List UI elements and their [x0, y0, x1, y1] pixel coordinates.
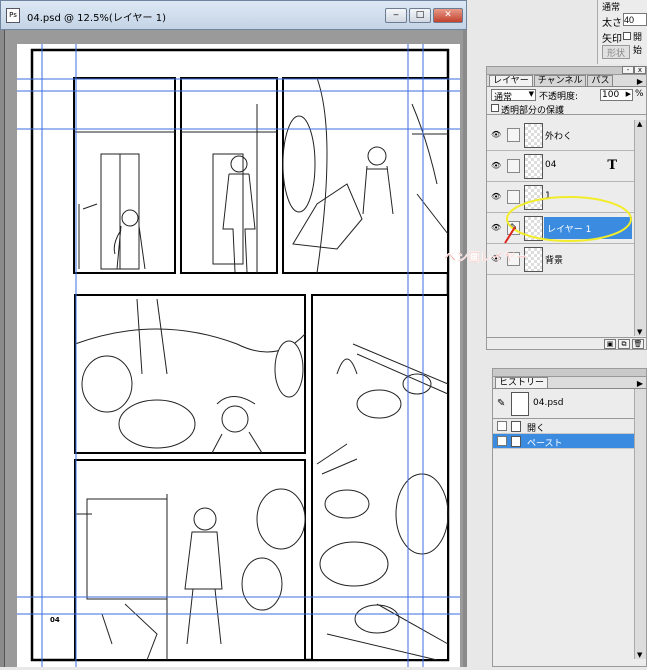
minimize-icon: ‒ — [393, 10, 399, 20]
annotation-arrow — [504, 226, 516, 244]
close-icon: ✕ — [444, 10, 452, 20]
protect-row: 透明部分の保護 — [487, 102, 646, 116]
history-snapshot[interactable]: ✎ 04.psd — [493, 389, 646, 419]
layer-link-box[interactable] — [507, 159, 520, 173]
eye-icon[interactable]: 👁 — [491, 161, 501, 170]
layer-thumbnail — [524, 123, 543, 148]
opacity-unit: % — [635, 89, 644, 99]
layers-panel-footer: ▣ ⧉ 🗑 — [487, 337, 646, 349]
panel-1 — [73, 77, 176, 274]
window-title: 04.psd @ 12.5%(レイヤー 1) — [27, 13, 166, 24]
snapshot-name: 04.psd — [533, 398, 564, 408]
tab-layers[interactable]: レイヤー — [489, 75, 533, 86]
layer-row-outer-frame[interactable]: 👁 外わく — [487, 120, 635, 151]
scroll-up-icon[interactable]: ▲ — [637, 120, 642, 128]
history-item-paste[interactable]: ペースト — [493, 434, 646, 449]
panel-menu-icon[interactable]: ▶ — [637, 77, 643, 86]
layer-row-04[interactable]: 👁 04 T — [487, 151, 635, 182]
blend-mode-select[interactable]: 通常 ▼ — [491, 89, 536, 103]
maximize-button[interactable]: □ — [409, 8, 431, 23]
history-item-open[interactable]: 開く — [493, 419, 646, 434]
opacity-input[interactable]: 100 ▶ — [600, 89, 633, 101]
history-panel-grip[interactable] — [493, 369, 646, 377]
document-title-bar[interactable]: Ps 04.psd @ 12.5%(レイヤー 1) ‒ □ ✕ — [0, 0, 467, 30]
paste-icon — [511, 436, 521, 447]
layer-thumbnail — [524, 154, 543, 179]
protect-transparency-label: 透明部分の保護 — [501, 106, 565, 116]
close-button[interactable]: ✕ — [433, 8, 463, 23]
maximize-icon: □ — [415, 10, 425, 20]
trash-icon[interactable]: 🗑 — [632, 339, 644, 349]
document-icon: Ps — [6, 8, 20, 23]
snapshot-thumbnail — [511, 392, 529, 416]
opacity-chevron-icon: ▶ — [625, 90, 631, 98]
arrow-label: 矢印 — [602, 34, 622, 45]
scroll-down-icon[interactable]: ▼ — [637, 328, 642, 336]
history-checkbox[interactable] — [497, 436, 507, 446]
history-menu-icon[interactable]: ▶ — [637, 379, 643, 388]
layers-panel-grip[interactable]: - x — [487, 66, 646, 75]
history-panel-tabs: ヒストリー ▶ — [493, 377, 646, 389]
scroll-down-icon[interactable]: ▼ — [637, 651, 642, 659]
history-panel: ヒストリー ▶ ✎ 04.psd 開く ペースト ▼ — [492, 368, 647, 667]
history-brush-icon: ✎ — [497, 398, 506, 409]
highlight-ellipse — [506, 196, 632, 242]
layer-name: 04 — [545, 160, 557, 170]
history-checkbox[interactable] — [497, 421, 507, 431]
document-window: Ps 04.psd @ 12.5%(レイヤー 1) ‒ □ ✕ 04 — [0, 0, 467, 667]
annotation-label: ペン画レイヤー — [444, 250, 528, 264]
history-item-label: 開く — [527, 424, 546, 434]
tab-history[interactable]: ヒストリー — [495, 377, 549, 388]
tab-paths[interactable]: パス — [587, 75, 614, 86]
layer-link-box[interactable] — [507, 128, 520, 142]
opacity-label: 不透明度: — [539, 92, 579, 102]
manga-artwork — [17, 44, 460, 667]
layers-panel-tabs: レイヤー チャンネル パス ▶ — [487, 75, 646, 87]
document-icon — [511, 421, 521, 432]
size-label: 太さ — [602, 18, 622, 29]
arrow-checkbox[interactable] — [623, 32, 631, 40]
new-set-icon[interactable]: ▣ — [604, 339, 616, 349]
protect-transparency-checkbox[interactable] — [491, 104, 499, 112]
manga-page-canvas[interactable]: 04 — [17, 44, 460, 667]
eye-icon[interactable]: 👁 — [491, 130, 501, 139]
history-item-label: ペースト — [527, 439, 563, 449]
tab-channels[interactable]: チャンネル — [533, 75, 587, 86]
shape-button[interactable]: 形状 — [602, 45, 630, 59]
panel-close-icon[interactable]: x — [634, 66, 646, 74]
history-scrollbar[interactable]: ▼ — [634, 389, 646, 659]
new-layer-icon[interactable]: ⧉ — [618, 339, 630, 349]
tool-mode-label: 通常 — [602, 3, 621, 13]
arrow-start-label: 開始 — [633, 33, 643, 56]
layer-name: 外わく — [545, 132, 573, 142]
shape-button-label: 形状 — [606, 49, 625, 59]
blend-row: 通常 ▼ 不透明度: 100 ▶ % — [487, 87, 646, 103]
minimize-button[interactable]: ‒ — [385, 8, 407, 23]
panel-minimize-icon[interactable]: - — [622, 66, 634, 74]
page-number: 04 — [50, 616, 60, 624]
text-layer-icon: T — [607, 158, 617, 173]
chevron-down-icon: ▼ — [528, 90, 534, 98]
opacity-value: 100 — [602, 90, 620, 100]
size-input[interactable] — [623, 13, 647, 26]
tool-options-panel: 通常 太さ 矢印 開始 形状 — [597, 0, 647, 64]
canvas-area[interactable]: 04 — [4, 30, 463, 667]
